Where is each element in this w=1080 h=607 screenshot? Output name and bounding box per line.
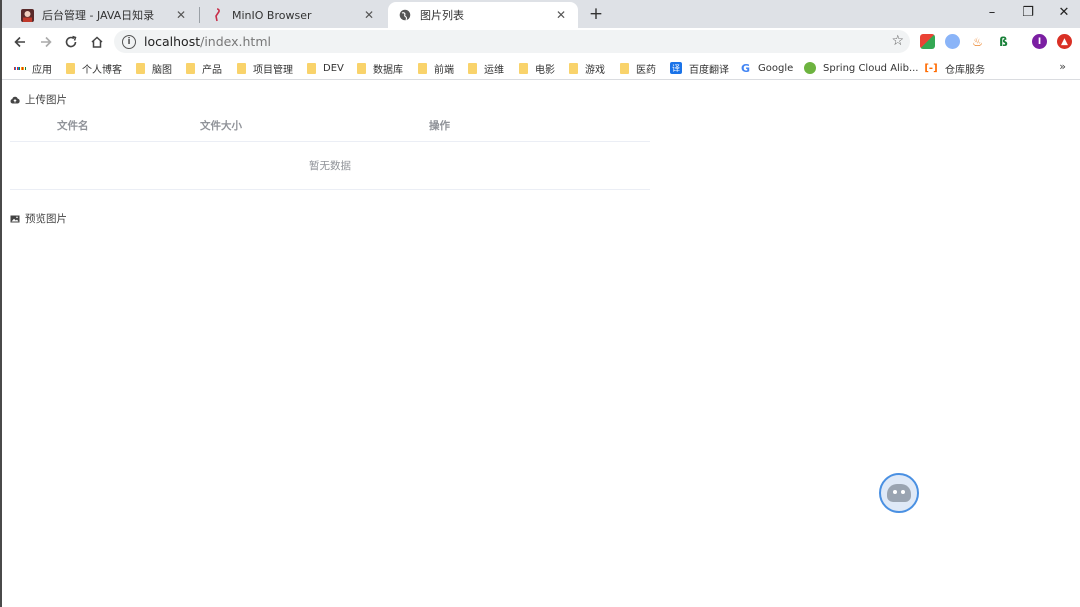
- folder-icon: [418, 62, 427, 74]
- folder-icon: [620, 62, 629, 74]
- address-bar[interactable]: i localhost/index.html ☆: [114, 30, 910, 53]
- new-tab-button[interactable]: +: [586, 4, 606, 24]
- folder-icon: [569, 62, 578, 74]
- url-host: localhost: [144, 34, 201, 49]
- folder-icon: [136, 62, 145, 74]
- preview-title-text: 预览图片: [25, 213, 67, 225]
- page-content: 上传图片 文件名 文件大小 操作 暂无数据 预览图片: [2, 81, 1080, 607]
- table-header: 文件名 文件大小 操作: [10, 115, 650, 142]
- spring-icon: [804, 62, 816, 74]
- table-empty: 暂无数据: [10, 142, 650, 190]
- bookmarks-more-button[interactable]: »: [1059, 60, 1066, 73]
- home-icon: [91, 36, 103, 48]
- upload-section-title[interactable]: 上传图片: [10, 92, 67, 107]
- minimize-button[interactable]: –: [974, 0, 1010, 24]
- empty-text: 暂无数据: [309, 160, 351, 172]
- restore-button[interactable]: ❐: [1010, 0, 1046, 24]
- column-filesize: 文件大小: [200, 120, 242, 132]
- tab-title: MinIO Browser: [232, 8, 312, 22]
- close-icon[interactable]: ✕: [174, 8, 188, 22]
- extension-colorful-icon[interactable]: [920, 34, 935, 49]
- folder-icon: [237, 62, 246, 74]
- translate-icon: 译: [670, 62, 682, 74]
- home-button[interactable]: [87, 32, 107, 52]
- bookmark-star-icon[interactable]: ☆: [891, 33, 904, 49]
- bookmark-spring-cloud[interactable]: Spring Cloud Alib...: [804, 60, 918, 76]
- bookmarks-bar: 应用 个人博客 脑图 产品 项目管理 DEV 数据库 前端 运维 电影 游戏 医…: [2, 55, 1080, 80]
- extension-orange-icon[interactable]: ♨: [970, 34, 985, 49]
- minio-flamingo-icon: [210, 8, 224, 22]
- url-path: /index.html: [200, 34, 271, 49]
- preview-section-title: 预览图片: [10, 211, 67, 226]
- bookmark-folder[interactable]: 脑图: [136, 60, 172, 76]
- bookmark-baidu-translate[interactable]: 译 百度翻译: [670, 60, 729, 76]
- bookmark-apps[interactable]: 应用: [14, 60, 52, 76]
- bookmark-folder[interactable]: 医药: [620, 60, 656, 76]
- forward-button[interactable]: [36, 32, 56, 52]
- tab-strip: 后台管理 - JAVA日知录 ✕ MinIO Browser ✕ 图片列表 ✕ …: [2, 0, 1080, 28]
- folder-icon: [357, 62, 366, 74]
- back-arrow-icon: [14, 36, 25, 48]
- tab-minio[interactable]: MinIO Browser ✕: [200, 2, 386, 28]
- close-icon[interactable]: ✕: [554, 8, 568, 22]
- bookmark-folder[interactable]: 产品: [186, 60, 222, 76]
- info-icon[interactable]: i: [122, 34, 136, 49]
- column-filename: 文件名: [57, 120, 89, 132]
- file-table: 文件名 文件大小 操作 暂无数据: [10, 115, 650, 190]
- folder-icon: [66, 62, 75, 74]
- assistant-robot-icon: [887, 484, 911, 502]
- extension-red-icon[interactable]: ▲: [1057, 34, 1072, 49]
- upload-title-text: 上传图片: [25, 94, 67, 106]
- bookmark-folder[interactable]: 游戏: [569, 60, 605, 76]
- floating-assistant-button[interactable]: [879, 473, 919, 513]
- back-button[interactable]: [10, 32, 30, 52]
- folder-icon: [519, 62, 528, 74]
- bookmark-folder[interactable]: 数据库: [357, 60, 403, 76]
- folder-icon: [307, 62, 316, 74]
- column-actions: 操作: [429, 120, 450, 132]
- bookmark-folder[interactable]: 个人博客: [66, 60, 122, 76]
- tab-title: 图片列表: [420, 9, 464, 22]
- reload-button[interactable]: [61, 32, 81, 52]
- apps-grid-icon: [14, 63, 25, 74]
- forward-arrow-icon: [41, 36, 52, 48]
- folder-icon: [468, 62, 477, 74]
- tab-admin[interactable]: 后台管理 - JAVA日知录 ✕: [10, 2, 198, 28]
- browser-window: 后台管理 - JAVA日知录 ✕ MinIO Browser ✕ 图片列表 ✕ …: [0, 0, 1080, 607]
- globe-icon: [398, 8, 412, 22]
- cloud-upload-icon: [10, 95, 20, 104]
- tab-image-list[interactable]: 图片列表 ✕: [388, 2, 578, 28]
- extension-green-icon[interactable]: ß: [996, 34, 1011, 49]
- extension-blue-icon[interactable]: [945, 34, 960, 49]
- reload-icon: [65, 35, 77, 48]
- bookmark-folder[interactable]: 电影: [519, 60, 555, 76]
- close-icon[interactable]: ✕: [362, 8, 376, 22]
- google-icon: G: [740, 61, 751, 75]
- aliyun-icon: [-]: [924, 62, 938, 74]
- bookmark-google[interactable]: G Google: [740, 60, 793, 76]
- avatar-icon: [20, 8, 34, 22]
- profile-avatar[interactable]: I: [1032, 34, 1047, 49]
- image-icon: [10, 214, 20, 223]
- bookmark-folder[interactable]: 前端: [418, 60, 454, 76]
- browser-toolbar: i localhost/index.html ☆ ♨ ß I ▲: [2, 28, 1080, 55]
- bookmark-folder[interactable]: 项目管理: [237, 60, 293, 76]
- bookmark-folder[interactable]: 运维: [468, 60, 504, 76]
- tab-title: 后台管理 - JAVA日知录: [42, 9, 155, 22]
- bookmark-repo-service[interactable]: [-] 仓库服务: [924, 60, 985, 76]
- bookmark-folder[interactable]: DEV: [307, 60, 344, 76]
- folder-icon: [186, 62, 195, 74]
- window-close-button[interactable]: ✕: [1046, 0, 1080, 24]
